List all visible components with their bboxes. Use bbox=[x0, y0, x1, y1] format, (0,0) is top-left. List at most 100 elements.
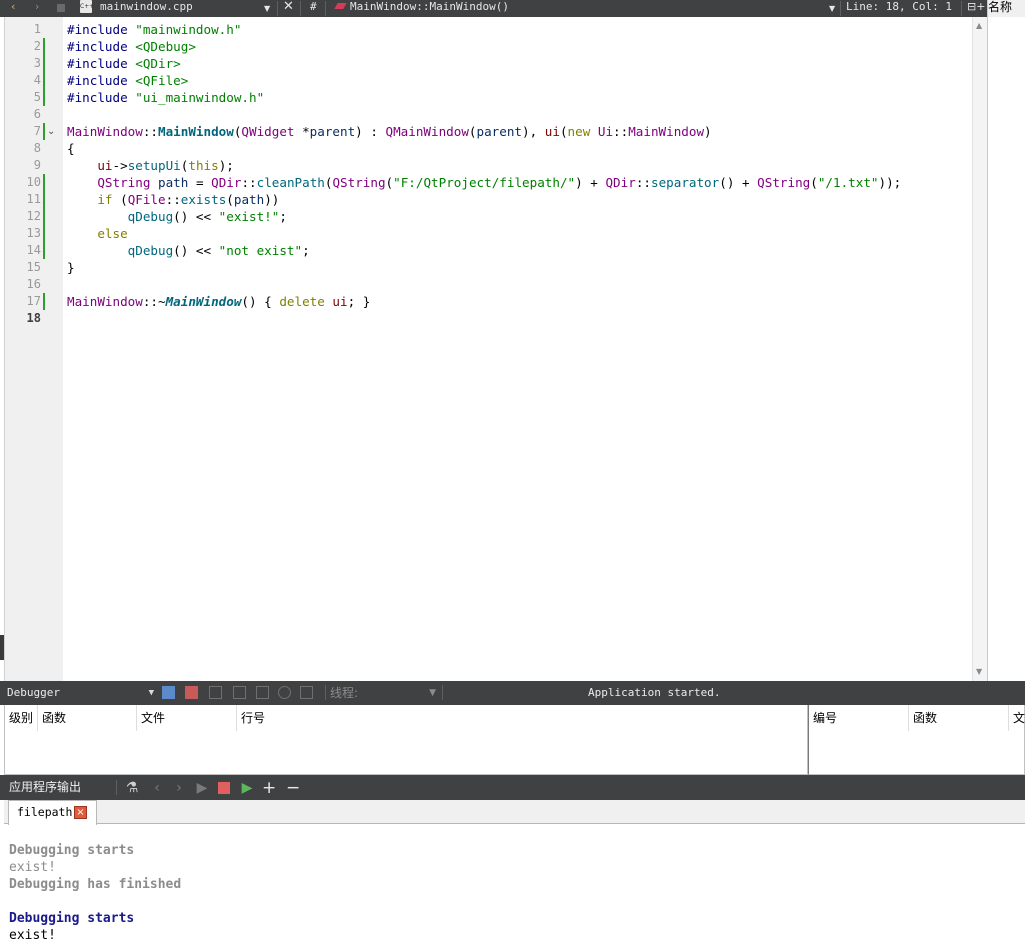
attach-debugger-icon[interactable]: ▶ bbox=[240, 781, 254, 795]
code-line[interactable]: else bbox=[67, 225, 127, 242]
change-marker bbox=[43, 38, 45, 55]
code-line[interactable]: MainWindow::~MainWindow() { delete ui; } bbox=[67, 293, 370, 310]
code-line[interactable]: #include "ui_mainwindow.h" bbox=[67, 89, 264, 106]
back-arrow-icon[interactable]: ‹ bbox=[11, 0, 15, 17]
rerun-icon[interactable]: ▶ bbox=[195, 781, 209, 795]
step-over-icon[interactable] bbox=[209, 686, 222, 699]
thread-select[interactable]: 线程: ▼ bbox=[330, 685, 440, 701]
line-number[interactable]: 17 bbox=[5, 293, 41, 310]
code-token: MainWindow bbox=[158, 124, 234, 139]
change-marker bbox=[43, 293, 45, 310]
code-token: { bbox=[67, 141, 75, 156]
stack-view[interactable]: 级别 函数 文件 行号 bbox=[4, 705, 808, 775]
instruction-mode-icon[interactable] bbox=[300, 686, 313, 699]
code-line[interactable]: #include <QDir> bbox=[67, 55, 181, 72]
line-number[interactable]: 3 bbox=[5, 55, 41, 72]
app-output-title: 应用程序输出 bbox=[9, 780, 82, 794]
code-token: () << bbox=[173, 243, 219, 258]
code-line[interactable]: qDebug() << "exist!"; bbox=[67, 208, 287, 225]
close-tab-icon[interactable]: × bbox=[74, 806, 87, 819]
line-number[interactable]: 18 bbox=[5, 310, 41, 327]
close-document-icon[interactable]: ✕ bbox=[283, 0, 294, 17]
fold-chevron-icon[interactable]: ⌄ bbox=[47, 123, 59, 140]
code-line[interactable]: { bbox=[67, 140, 75, 157]
breakpoints-header-function[interactable]: 函数 bbox=[909, 705, 1009, 731]
code-token: "exist!" bbox=[218, 209, 280, 224]
breakpoints-header-file[interactable]: 文 bbox=[1009, 705, 1025, 731]
code-line[interactable]: ui->setupUi(this); bbox=[67, 157, 234, 174]
line-number[interactable]: 2 bbox=[5, 38, 41, 55]
code-token: )) bbox=[264, 192, 280, 207]
line-number[interactable]: 11 bbox=[5, 191, 41, 208]
code-line[interactable]: #include <QDebug> bbox=[67, 38, 196, 55]
previous-item-icon[interactable]: ‹ bbox=[150, 781, 164, 795]
stack-header-level[interactable]: 级别 bbox=[5, 705, 38, 731]
stop-debugger-icon[interactable] bbox=[185, 686, 198, 699]
stack-header-file[interactable]: 文件 bbox=[137, 705, 237, 731]
code-token: "F:/QtProject/filepath/" bbox=[393, 175, 576, 190]
stack-header-function[interactable]: 函数 bbox=[38, 705, 137, 731]
code-line[interactable]: MainWindow::MainWindow(QWidget *parent) … bbox=[67, 123, 712, 140]
vertical-scrollbar[interactable]: ▲ ▼ bbox=[972, 17, 987, 681]
line-number[interactable]: 4 bbox=[5, 72, 41, 89]
restart-icon[interactable] bbox=[278, 686, 291, 699]
line-number[interactable]: 9 bbox=[5, 157, 41, 174]
cursor-position[interactable]: Line: 18, Col: 1 bbox=[846, 0, 952, 17]
zoom-out-icon[interactable]: − bbox=[286, 780, 300, 797]
code-token: separator bbox=[650, 175, 720, 190]
code-line[interactable]: QString path = QDir::cleanPath(QString("… bbox=[67, 174, 901, 191]
change-marker bbox=[43, 208, 45, 225]
line-number[interactable]: 15 bbox=[5, 259, 41, 276]
code-token: MainWindow bbox=[67, 124, 143, 139]
scroll-up-icon[interactable]: ▲ bbox=[976, 21, 982, 30]
code-line[interactable]: if (QFile::exists(path)) bbox=[67, 191, 279, 208]
stack-header-line[interactable]: 行号 bbox=[237, 705, 809, 731]
code-token: :: bbox=[165, 192, 181, 207]
symbol-selector[interactable]: MainWindow::MainWindow() bbox=[350, 0, 509, 17]
line-number[interactable]: 16 bbox=[5, 276, 41, 293]
line-number[interactable]: 5 bbox=[5, 89, 41, 106]
code-token: QString bbox=[332, 175, 386, 190]
code-token: :: bbox=[635, 175, 651, 190]
line-number[interactable]: 7 bbox=[5, 123, 41, 140]
line-number[interactable]: 14 bbox=[5, 242, 41, 259]
split-view-icon[interactable]: ⊟+ bbox=[967, 0, 985, 17]
stop-icon[interactable] bbox=[217, 781, 231, 795]
step-out-icon[interactable] bbox=[256, 686, 269, 699]
code-line[interactable]: #include "mainwindow.h" bbox=[67, 21, 241, 38]
code-token: qDebug bbox=[127, 243, 174, 258]
document-selector[interactable]: mainwindow.cpp bbox=[100, 0, 193, 17]
line-number[interactable]: 1 bbox=[5, 21, 41, 38]
clear-output-icon[interactable]: ⚗ bbox=[125, 781, 139, 795]
code-area[interactable]: #include "mainwindow.h" #include <QDebug>… bbox=[67, 17, 972, 681]
next-item-icon[interactable]: › bbox=[172, 781, 186, 795]
hash-symbol[interactable]: # bbox=[310, 0, 317, 17]
code-token: path bbox=[158, 175, 189, 190]
line-number[interactable]: 10 bbox=[5, 174, 41, 191]
scroll-down-icon[interactable]: ▼ bbox=[976, 667, 982, 676]
code-editor[interactable]: 1 2 3 4 5 6 7 ⌄ 8 9 10 11 12 13 14 15 16 17 18 #include "m… bbox=[4, 17, 987, 681]
debugger-mode-select[interactable]: Debugger ▼ bbox=[4, 685, 156, 701]
line-number[interactable]: 8 bbox=[5, 140, 41, 157]
breakpoints-header-number[interactable]: 编号 bbox=[809, 705, 909, 731]
continue-icon[interactable] bbox=[162, 686, 175, 699]
forward-arrow-icon[interactable]: › bbox=[35, 0, 39, 17]
line-number[interactable]: 12 bbox=[5, 208, 41, 225]
zoom-in-icon[interactable]: + bbox=[262, 780, 276, 797]
tab-filepath[interactable]: filepath × bbox=[8, 800, 97, 825]
code-token: ; bbox=[279, 209, 287, 224]
code-line[interactable]: qDebug() << "not exist"; bbox=[67, 242, 310, 259]
step-into-icon[interactable] bbox=[233, 686, 246, 699]
code-line[interactable]: } bbox=[67, 259, 75, 276]
lock-icon bbox=[57, 4, 65, 12]
sidebar-toggle[interactable] bbox=[0, 635, 4, 660]
code-line[interactable]: #include <QFile> bbox=[67, 72, 188, 89]
app-output-text[interactable]: Debugging starts exist! Debugging has fini… bbox=[4, 825, 1025, 951]
line-number[interactable]: 6 bbox=[5, 106, 41, 123]
cpp-file-icon: C++ bbox=[80, 0, 94, 13]
name-column-header[interactable]: 名称 bbox=[988, 0, 1025, 17]
breakpoints-view[interactable]: 编号 函数 文 bbox=[808, 705, 1025, 775]
output-line: exist! bbox=[9, 928, 56, 943]
line-number[interactable]: 13 bbox=[5, 225, 41, 242]
